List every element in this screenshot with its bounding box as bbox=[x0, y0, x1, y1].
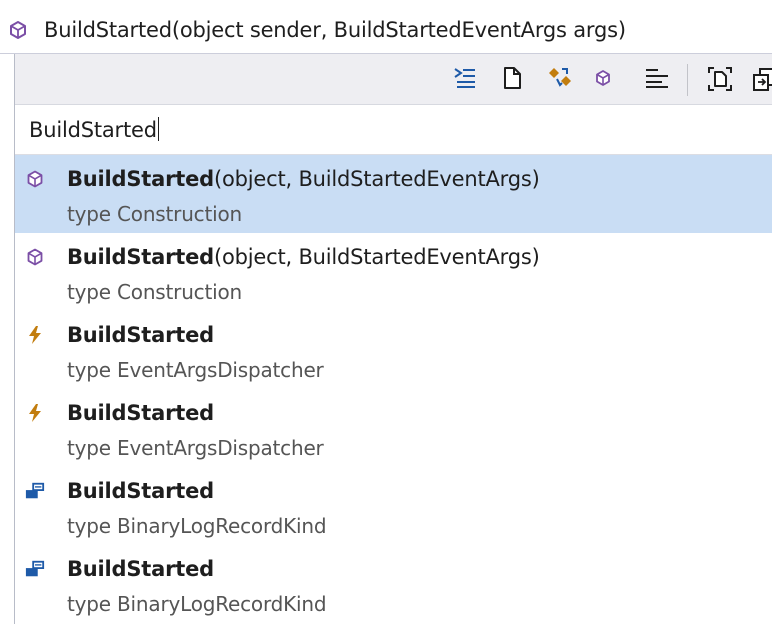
method-cube-icon bbox=[596, 70, 610, 86]
item-name: BuildStarted bbox=[67, 245, 214, 269]
item-type: type EventArgsDispatcher bbox=[67, 358, 324, 382]
results-list: BuildStarted(object, BuildStartedEventAr… bbox=[15, 155, 772, 623]
title-bar: BuildStarted(object sender, BuildStarted… bbox=[0, 0, 772, 54]
event-link-icon bbox=[549, 68, 571, 87]
item-name: BuildStarted bbox=[67, 479, 214, 503]
method-cube-icon bbox=[10, 21, 26, 39]
list-item[interactable]: BuildStarted type BinaryLogRecordKind bbox=[15, 545, 772, 623]
list-item[interactable]: BuildStarted(object, BuildStartedEventAr… bbox=[15, 233, 772, 311]
item-title: BuildStarted(object, BuildStartedEventAr… bbox=[67, 245, 540, 269]
method-signature: BuildStarted(object sender, BuildStarted… bbox=[44, 18, 626, 42]
item-name: BuildStarted bbox=[67, 557, 214, 581]
method-cube-icon bbox=[27, 248, 43, 266]
enum-member-icon bbox=[25, 560, 45, 577]
select-region-button[interactable] bbox=[704, 63, 734, 93]
event-bolt-icon bbox=[29, 326, 41, 344]
item-type: type Construction bbox=[67, 202, 242, 226]
item-type: type BinaryLogRecordKind bbox=[67, 514, 327, 538]
align-lines-icon bbox=[646, 69, 668, 88]
expand-lines-icon bbox=[454, 68, 475, 88]
item-title: BuildStarted bbox=[67, 479, 214, 503]
text-filter-button[interactable] bbox=[641, 63, 671, 93]
navigate-popup: BuildStarted BuildStarted(object, BuildS… bbox=[14, 54, 772, 624]
copy-button[interactable] bbox=[749, 63, 772, 93]
event-bolt-icon bbox=[29, 404, 41, 422]
item-type: type Construction bbox=[67, 280, 242, 304]
item-name: BuildStarted bbox=[67, 401, 214, 425]
member-filter-button[interactable] bbox=[588, 63, 618, 93]
item-params: (object, BuildStartedEventArgs) bbox=[214, 167, 540, 191]
list-item[interactable]: BuildStarted type BinaryLogRecordKind bbox=[15, 467, 772, 545]
item-title: BuildStarted bbox=[67, 323, 214, 347]
item-title: BuildStarted bbox=[67, 557, 214, 581]
type-filter-button[interactable] bbox=[544, 63, 574, 93]
file-filter-button[interactable] bbox=[497, 63, 527, 93]
item-params: (object, BuildStartedEventArgs) bbox=[214, 245, 540, 269]
list-item[interactable]: BuildStarted(object, BuildStartedEventAr… bbox=[15, 155, 772, 233]
item-name: BuildStarted bbox=[67, 323, 214, 347]
item-title: BuildStarted(object, BuildStartedEventAr… bbox=[67, 167, 540, 191]
filter-toolbar bbox=[15, 54, 772, 105]
item-title: BuildStarted bbox=[67, 401, 214, 425]
method-cube-icon bbox=[27, 170, 43, 188]
search-input-text: BuildStarted bbox=[29, 118, 157, 142]
item-type: type EventArgsDispatcher bbox=[67, 436, 324, 460]
item-name: BuildStarted bbox=[67, 167, 214, 191]
enum-member-icon bbox=[25, 482, 45, 499]
toolbar-separator bbox=[687, 64, 688, 96]
copy-icon bbox=[753, 68, 772, 91]
text-caret bbox=[157, 117, 159, 141]
select-region-icon bbox=[708, 67, 732, 91]
search-box[interactable]: BuildStarted bbox=[15, 105, 772, 155]
list-item[interactable]: BuildStarted type EventArgsDispatcher bbox=[15, 389, 772, 467]
document-icon bbox=[504, 67, 521, 89]
expand-lines-button[interactable] bbox=[450, 63, 480, 93]
list-item[interactable]: BuildStarted type EventArgsDispatcher bbox=[15, 311, 772, 389]
item-type: type BinaryLogRecordKind bbox=[67, 592, 327, 616]
search-input[interactable]: BuildStarted bbox=[29, 117, 159, 142]
